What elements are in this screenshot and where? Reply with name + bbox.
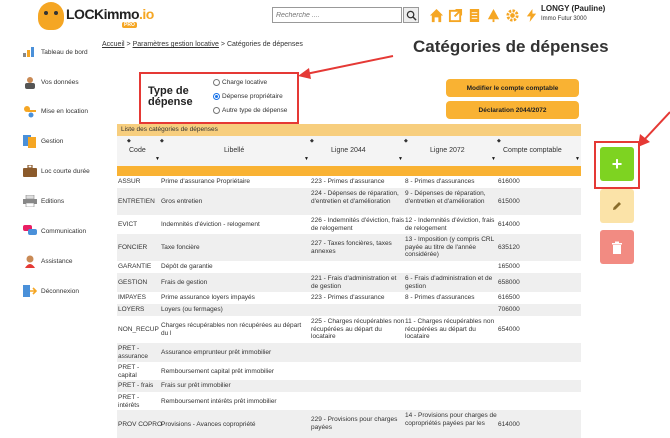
sidebar-item-deconnexion[interactable]: Déconnexion: [22, 283, 79, 299]
search-box: [272, 7, 402, 23]
declaration-button[interactable]: Déclaration 2044/2072: [446, 101, 579, 119]
column-header-ligne-2044[interactable]: Ligne 2044: [331, 147, 366, 154]
keys-icon: [22, 104, 38, 118]
column-header-libelle[interactable]: Libellé: [224, 147, 244, 154]
column-header-ligne-2072[interactable]: Ligne 2072: [430, 147, 465, 154]
table-row[interactable]: ENTRETIEN Gros entretien 224 - Dépenses …: [117, 188, 581, 215]
radio-autre-type[interactable]: Autre type de dépense: [213, 107, 287, 114]
table-row[interactable]: GESTION Frais de gestion 221 - Frais d'a…: [117, 273, 581, 292]
header-icons: [428, 7, 539, 25]
gear-icon[interactable]: [504, 7, 520, 23]
table-row[interactable]: PRET - assurance Assurance emprunteur pr…: [117, 343, 581, 362]
app-logo[interactable]: LOCKimmo.io PRO: [38, 2, 154, 30]
breadcrumb: Accueil > Paramètres gestion locative > …: [102, 41, 303, 48]
radio-button[interactable]: [213, 79, 220, 86]
sort-icon[interactable]: ◆: [497, 138, 501, 144]
page-title: Catégories de dépenses: [413, 37, 609, 56]
modify-account-button[interactable]: Modifier le compte comptable: [446, 79, 579, 97]
radio-button-selected[interactable]: [213, 93, 220, 100]
breadcrumb-current: Catégories de dépenses: [226, 41, 303, 48]
assistance-icon: [22, 254, 38, 268]
sidebar-item-communication[interactable]: Communication: [22, 223, 86, 239]
table-row[interactable]: EVICT Indemnités d'éviction - relogement…: [117, 215, 581, 234]
search-button[interactable]: [403, 7, 419, 23]
lightning-icon[interactable]: [523, 7, 539, 23]
table-row[interactable]: GARANTIE Dépôt de garantie 165000: [117, 261, 581, 273]
type-depense-panel: Type de dépense Charge locative Dépense …: [139, 72, 299, 124]
suitcase-icon: [22, 164, 38, 178]
radio-button[interactable]: [213, 107, 220, 114]
type-depense-title: Type de dépense: [148, 85, 193, 108]
table-row[interactable]: IMPAYES Prime assurance loyers impayés 2…: [117, 292, 581, 304]
trash-icon: [612, 241, 622, 254]
logo-text: LOCKimmo.io: [66, 6, 154, 22]
sidebar-item-assistance[interactable]: Assistance: [22, 253, 72, 269]
edit-category-button[interactable]: [600, 189, 634, 223]
table-row[interactable]: PRET - intérêts Remboursement intérêts p…: [117, 392, 581, 410]
sidebar-item-donnees[interactable]: Vos données: [22, 74, 79, 90]
home-icon[interactable]: [428, 7, 444, 23]
radio-depense-proprietaire[interactable]: Dépense propriétaire: [213, 93, 283, 100]
table-row[interactable]: LOYERS Loyers (ou fermages) 706000: [117, 304, 581, 316]
logo-pro-badge: PRO: [122, 22, 137, 28]
column-header-code[interactable]: Code: [129, 147, 146, 154]
table-row[interactable]: NON_RECUP Charges récupérables non récup…: [117, 316, 581, 343]
sidebar-item-dashboard[interactable]: Tableau de bord: [22, 44, 88, 60]
table-title: Liste des catégories de dépenses: [117, 124, 581, 136]
sort-icon[interactable]: ◆: [127, 138, 131, 144]
breadcrumb-parametres-link[interactable]: Paramètres gestion locative: [133, 41, 219, 48]
table-row[interactable]: PRET - frais Frais sur prêt immobilier: [117, 380, 581, 392]
document-icon[interactable]: [466, 7, 482, 23]
chat-icon: [22, 224, 38, 238]
search-icon: [406, 10, 417, 21]
filter-icon[interactable]: ▼: [304, 156, 309, 162]
user-icon: [22, 75, 38, 89]
filter-icon[interactable]: ▼: [398, 156, 403, 162]
print-icon: [22, 194, 38, 208]
user-company: Immo Futur 3000: [541, 16, 587, 22]
user-info[interactable]: LONGY (Pauline) Immo Futur 3000: [541, 4, 605, 22]
radio-charge-locative[interactable]: Charge locative: [213, 79, 267, 86]
tree-icon[interactable]: [485, 7, 501, 23]
table-filter-row: [117, 166, 581, 176]
breadcrumb-home-link[interactable]: Accueil: [102, 41, 125, 48]
table-row[interactable]: FONCIER Taxe foncière 227 - Taxes fonciè…: [117, 234, 581, 261]
user-name: LONGY (Pauline): [541, 4, 606, 13]
sidebar-item-gestion[interactable]: Gestion: [22, 133, 63, 149]
pencil-icon: [613, 202, 621, 210]
dashboard-icon: [22, 45, 38, 59]
delete-category-button[interactable]: [600, 230, 634, 264]
table-row[interactable]: ASSUR Prime d'assurance Propriétaire 223…: [117, 176, 581, 188]
table-row[interactable]: PROV COPRO Provisions - Avances copropri…: [117, 410, 581, 438]
add-category-button[interactable]: +: [600, 147, 634, 181]
cat-logo-icon: [38, 2, 64, 30]
sort-icon[interactable]: ◆: [404, 138, 408, 144]
sidebar-item-location[interactable]: Mise en location: [22, 103, 88, 119]
filter-icon[interactable]: ▼: [155, 156, 160, 162]
filter-icon[interactable]: ▼: [575, 156, 580, 162]
sort-icon[interactable]: ◆: [160, 138, 164, 144]
documents-icon: [22, 134, 38, 148]
column-header-compte[interactable]: Compte comptable: [503, 147, 562, 154]
filter-icon[interactable]: ▼: [491, 156, 496, 162]
external-link-icon[interactable]: [447, 7, 463, 23]
app-header: LOCKimmo.io PRO LONGY (Pauline) Immo Fut…: [0, 0, 670, 34]
sort-icon[interactable]: ◆: [310, 138, 314, 144]
logout-icon: [22, 284, 38, 298]
table-row[interactable]: PRET - capital Remboursement capital prê…: [117, 362, 581, 380]
search-input[interactable]: [273, 8, 383, 22]
sidebar-item-editions[interactable]: Editions: [22, 193, 64, 209]
sidebar-item-loc-courte[interactable]: Loc courte durée: [22, 163, 90, 179]
table-header: ◆ Code ▼ ◆ Libellé ▼ ◆ Ligne 2044 ▼ ◆ Li…: [117, 136, 581, 166]
